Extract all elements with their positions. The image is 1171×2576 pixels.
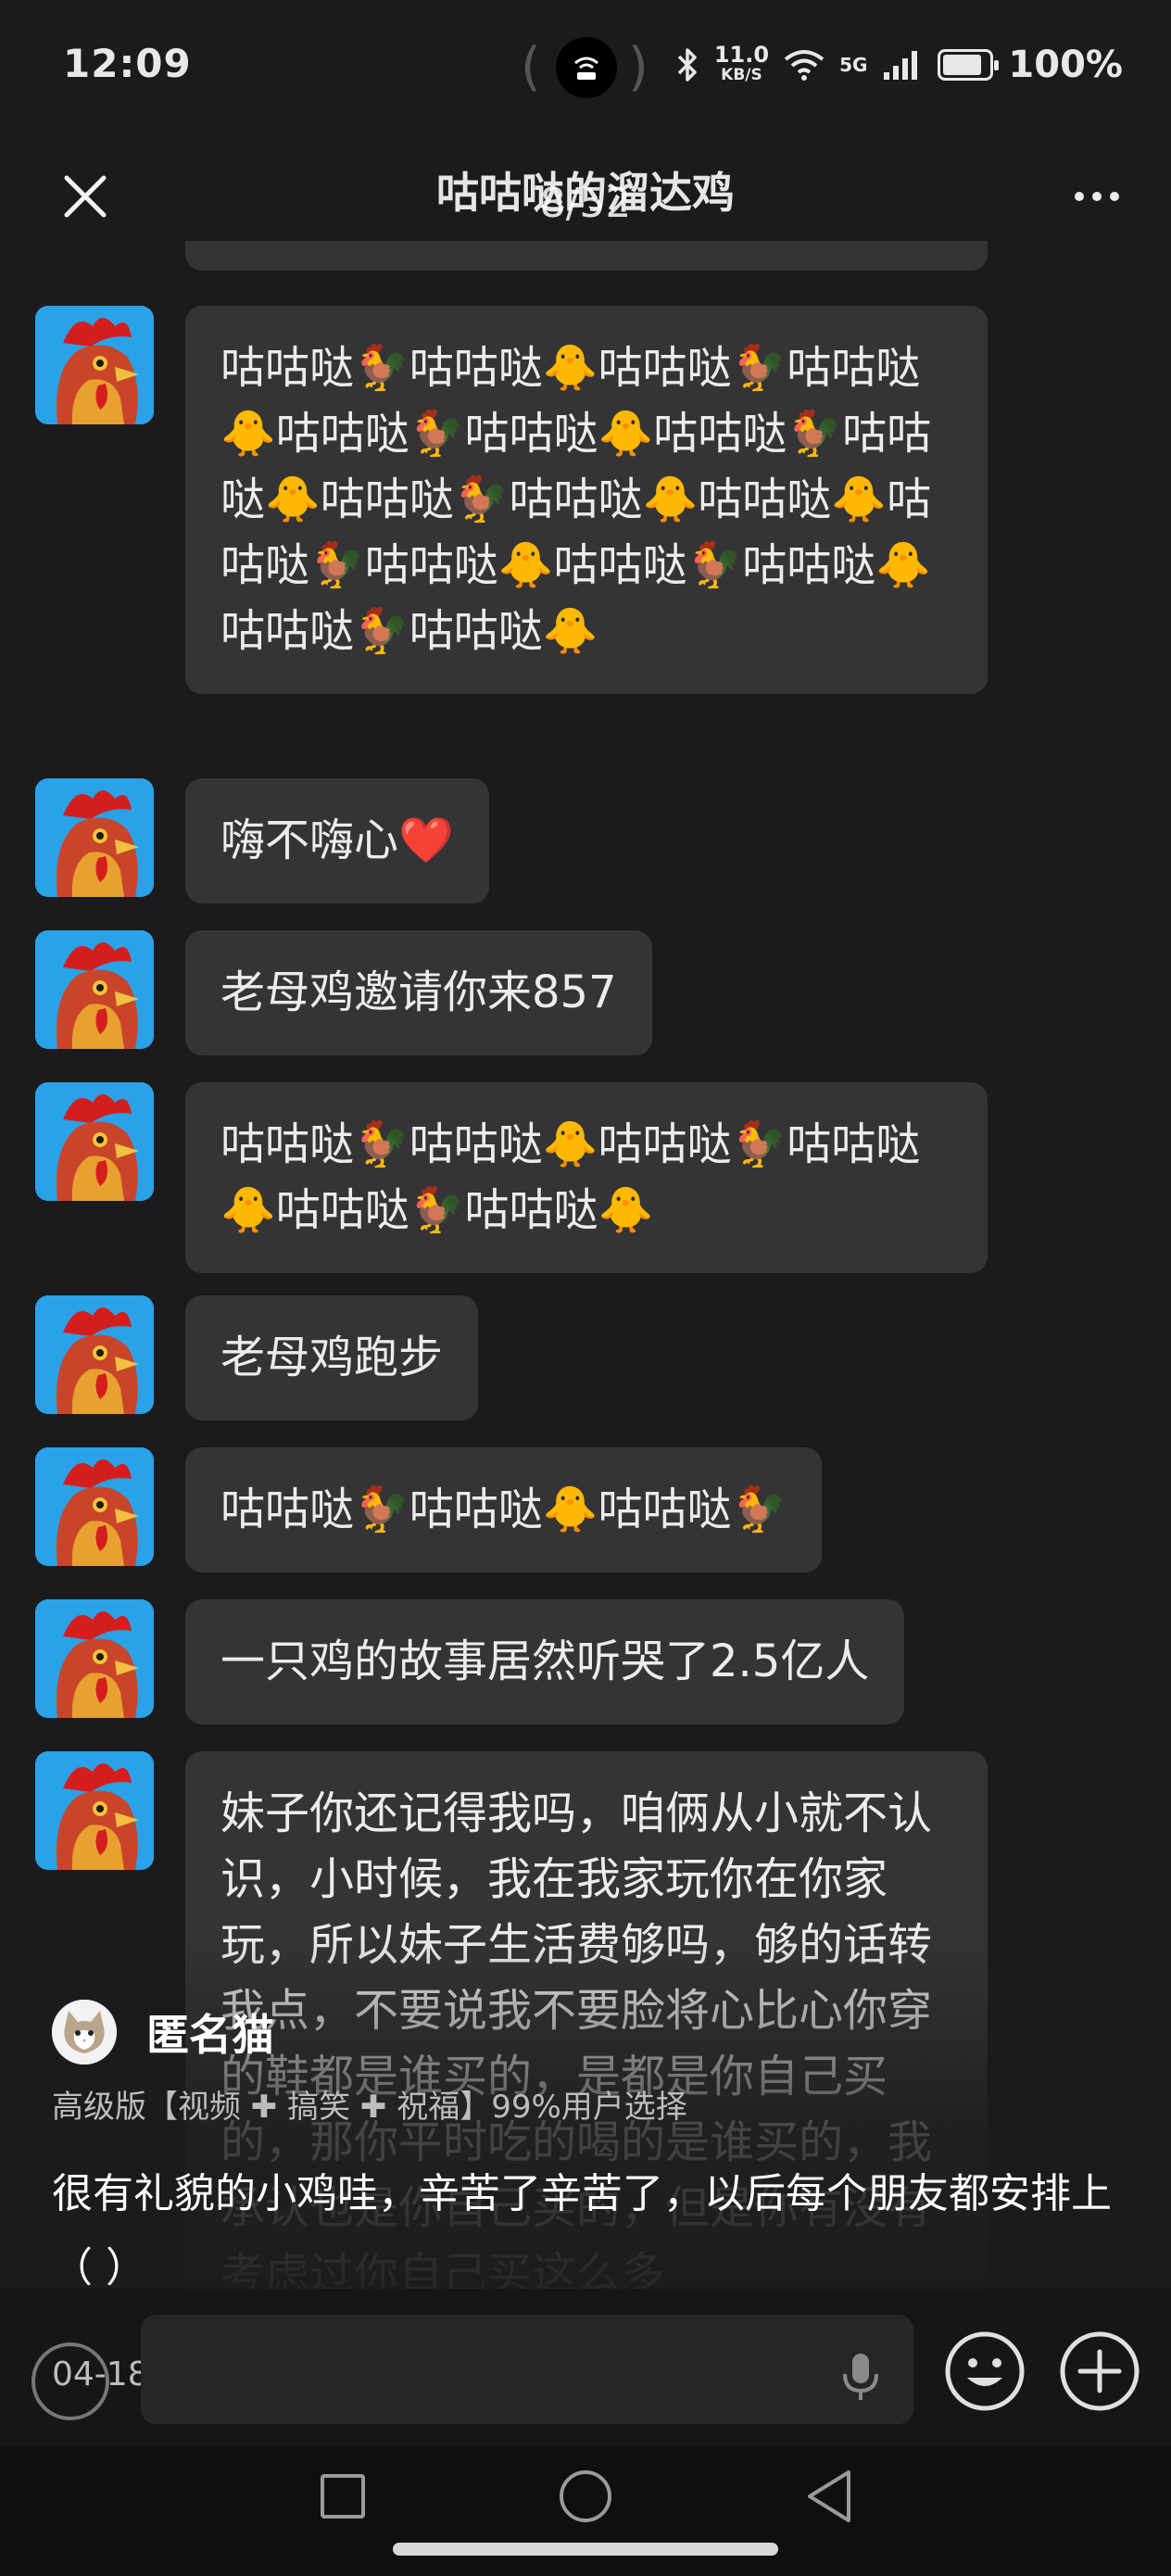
post-date: 04-18 bbox=[52, 2355, 149, 2393]
battery-icon bbox=[938, 49, 1000, 81]
more-icon bbox=[1075, 192, 1084, 201]
battery-percent: 100% bbox=[1008, 44, 1123, 86]
avatar[interactable] bbox=[35, 1082, 154, 1201]
rooster-avatar-icon bbox=[35, 1082, 154, 1201]
avatar[interactable] bbox=[35, 1295, 154, 1414]
home-indicator[interactable] bbox=[393, 2543, 778, 2556]
author-name[interactable]: 匿名猫 bbox=[146, 2001, 274, 2063]
avatar[interactable] bbox=[35, 1599, 154, 1718]
hotspot-icon bbox=[556, 37, 617, 98]
more-button[interactable] bbox=[1060, 159, 1134, 234]
message-bubble[interactable]: 老母鸡跑步 bbox=[185, 1295, 479, 1421]
rooster-avatar-icon bbox=[35, 306, 154, 424]
author-avatar[interactable] bbox=[52, 2000, 117, 2065]
emoji-icon[interactable] bbox=[943, 2330, 1026, 2413]
message-bubble[interactable]: 咕咕哒🐓咕咕哒🐥咕咕哒🐓 bbox=[185, 1447, 823, 1572]
comment-input[interactable] bbox=[141, 2315, 913, 2424]
plus-icon[interactable] bbox=[1058, 2330, 1141, 2413]
status-icons: 11.0 KB/S 5G 100% bbox=[675, 37, 1123, 93]
rooster-avatar-icon bbox=[35, 1295, 154, 1414]
bluetooth-icon bbox=[677, 48, 697, 82]
rooster-avatar-icon bbox=[35, 1447, 154, 1566]
network-type: 5G bbox=[839, 54, 868, 76]
previous-message-bubble bbox=[185, 241, 988, 271]
status-bar: 12:09 ( ) 11.0 KB/S 5G 100% bbox=[0, 0, 1171, 139]
promo-text[interactable]: 高级版【视频 ✚ 搞笑 ✚ 祝福】99%用户选择 bbox=[52, 2081, 687, 2127]
avatar[interactable] bbox=[35, 1751, 154, 1870]
image-counter: 8/52 bbox=[539, 180, 632, 227]
post-caption: 很有礼貌的小鸡哇，辛苦了辛苦了，以后每个朋友都安排上（ ） bbox=[52, 2170, 1112, 2292]
input-bar: 04-18 bbox=[0, 2289, 1171, 2446]
wifi-icon bbox=[784, 50, 825, 81]
avatar[interactable] bbox=[35, 306, 154, 424]
mic-icon[interactable] bbox=[828, 2342, 893, 2407]
net-speed: 11.0 KB/S bbox=[713, 42, 770, 84]
message-bubble[interactable]: 嗨不嗨心❤️ bbox=[185, 778, 489, 903]
back-icon[interactable] bbox=[802, 2467, 858, 2526]
status-time: 12:09 bbox=[63, 41, 192, 86]
avatar[interactable] bbox=[35, 778, 154, 897]
message-bubble[interactable]: 一只鸡的故事居然听哭了2.5亿人 bbox=[185, 1599, 905, 1724]
rooster-avatar-icon bbox=[35, 778, 154, 897]
avatar[interactable] bbox=[35, 1447, 154, 1566]
message-bubble[interactable]: 老母鸡邀请你来857 bbox=[185, 930, 652, 1055]
cat-avatar-icon bbox=[52, 2000, 117, 2065]
system-nav-bar bbox=[0, 2446, 1171, 2576]
rooster-avatar-icon bbox=[35, 1599, 154, 1718]
signal-icon bbox=[884, 51, 918, 80]
rooster-avatar-icon bbox=[35, 1751, 154, 1870]
recent-apps-icon[interactable] bbox=[321, 2474, 365, 2519]
avatar[interactable] bbox=[35, 930, 154, 1049]
title-bar: 咕咕哒的溜达鸡 8/52 bbox=[0, 139, 1171, 241]
message-bubble[interactable]: 咕咕哒🐓咕咕哒🐥咕咕哒🐓咕咕哒🐥咕咕哒🐓咕咕哒🐥咕咕哒🐓咕咕哒🐥咕咕哒🐓咕咕哒🐥… bbox=[185, 306, 988, 694]
chat-list[interactable]: 咕咕哒🐓咕咕哒🐥咕咕哒🐓咕咕哒🐥咕咕哒🐓咕咕哒🐥咕咕哒🐓咕咕哒🐥咕咕哒🐓咕咕哒🐥… bbox=[0, 241, 1171, 2289]
message-bubble[interactable]: 咕咕哒🐓咕咕哒🐥咕咕哒🐓咕咕哒🐥咕咕哒🐓咕咕哒🐥 bbox=[185, 1082, 988, 1273]
rooster-avatar-icon bbox=[35, 930, 154, 1049]
camera-pill: ( ) bbox=[521, 37, 648, 98]
home-icon[interactable] bbox=[560, 2470, 611, 2522]
